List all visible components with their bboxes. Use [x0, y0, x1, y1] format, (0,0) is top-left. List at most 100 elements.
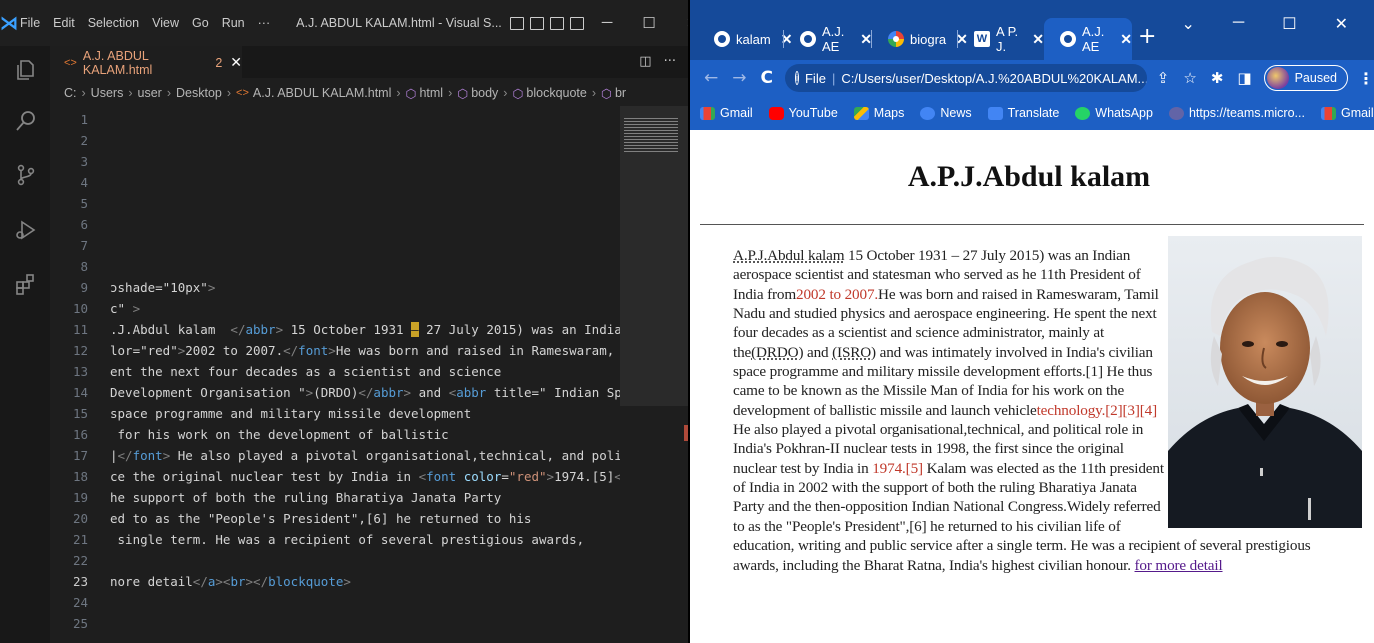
menu-file[interactable]: File: [20, 16, 40, 30]
code-line[interactable]: 3: [50, 151, 620, 172]
code-line[interactable]: 5: [50, 193, 620, 214]
code-line[interactable]: 24: [50, 592, 620, 613]
breadcrumb-body[interactable]: body: [471, 86, 498, 100]
code-line[interactable]: 25: [50, 613, 620, 634]
toggle-primary-sidebar-icon[interactable]: [509, 16, 524, 30]
code-line[interactable]: 8: [50, 256, 620, 277]
menu-view[interactable]: View: [152, 16, 179, 30]
more-detail-link[interactable]: for more detail: [1135, 557, 1223, 574]
abbr-isro[interactable]: (ISRO): [832, 344, 876, 361]
breadcrumb-html[interactable]: html: [419, 86, 443, 100]
code-line[interactable]: 14 Development Organisation ">(DRDO)</abb…: [50, 382, 620, 403]
side-panel-icon[interactable]: ◨: [1237, 69, 1251, 87]
code-line[interactable]: 15 space programme and military missile d…: [50, 403, 620, 424]
bookmark-gmail-2[interactable]: Gmail: [1320, 106, 1374, 120]
breadcrumb-users[interactable]: Users: [91, 86, 124, 100]
close-icon[interactable]: ✕: [686, 14, 688, 32]
bookmark-maps[interactable]: Maps: [853, 106, 904, 120]
forward-arrow-icon[interactable]: →: [732, 68, 746, 88]
explorer-icon[interactable]: [14, 58, 38, 82]
menu-selection[interactable]: Selection: [88, 16, 139, 30]
code-line[interactable]: 18 ce the original nuclear test by India …: [50, 466, 620, 487]
editor-tab[interactable]: <> A.J. ABDUL KALAM.html 2 ✕: [50, 46, 242, 78]
code-text: ɔshade="10px">: [110, 280, 216, 295]
abbr-name[interactable]: A.P.J.Abdul kalam: [733, 247, 845, 264]
red-text-presidency: 2002 to 2007.: [796, 285, 879, 303]
share-icon[interactable]: ⇪: [1157, 69, 1170, 87]
code-line[interactable]: 16 for his work on the development of ba…: [50, 424, 620, 445]
run-debug-icon[interactable]: [14, 218, 38, 242]
customize-layout-icon[interactable]: [569, 16, 584, 30]
code-line[interactable]: 6: [50, 214, 620, 235]
browser-tab[interactable]: biogra ✕: [872, 18, 968, 60]
breadcrumb: C: › Users › user › Desktop › <> A.J. ABDUL K…: [50, 80, 688, 106]
kebab-menu-icon[interactable]: ⋮: [1358, 69, 1374, 88]
tab-close-icon[interactable]: ✕: [1120, 31, 1132, 48]
source-control-icon[interactable]: [14, 163, 38, 187]
menu-go[interactable]: Go: [192, 16, 209, 30]
menu-edit[interactable]: Edit: [53, 16, 75, 30]
address-bar[interactable]: i File | C:/Users/user/Desktop/A.J.%20AB…: [784, 64, 1147, 92]
maximize-icon[interactable]: ☐: [642, 14, 655, 32]
profile-button[interactable]: Paused: [1263, 65, 1348, 91]
more-actions-icon[interactable]: ···: [664, 54, 676, 69]
toggle-panel-icon[interactable]: [529, 16, 544, 30]
code-line[interactable]: 7: [50, 235, 620, 256]
breadcrumb-drive[interactable]: C:: [64, 86, 77, 100]
tab-close-icon[interactable]: ✕: [230, 54, 242, 71]
code-line[interactable]: 19 he support of both the ruling Bharatiy…: [50, 487, 620, 508]
code-line[interactable]: 20 ed to as the "People's President",[6] …: [50, 508, 620, 529]
new-tab-icon[interactable]: +: [1138, 26, 1156, 48]
minimap[interactable]: [620, 106, 688, 643]
browser-tab-active[interactable]: A.J. AE ✕: [1044, 18, 1132, 60]
breadcrumb-blockquote[interactable]: blockquote: [526, 86, 586, 100]
bookmark-star-icon[interactable]: ☆: [1183, 69, 1196, 87]
minimize-icon[interactable]: ─: [602, 14, 613, 32]
code-line[interactable]: 12 lor="red">2002 to 2007.</font>He was b…: [50, 340, 620, 361]
code-line[interactable]: 17 |</font> He also played a pivotal orga…: [50, 445, 620, 466]
extensions-puzzle-icon[interactable]: ✱: [1211, 69, 1224, 87]
line-number: 10: [72, 301, 88, 316]
code-line[interactable]: 22: [50, 550, 620, 571]
menu-run[interactable]: Run: [222, 16, 245, 30]
extensions-icon[interactable]: [14, 272, 38, 296]
code-line[interactable]: 11 .J.Abdul kalam </abbr> 15 October 1931…: [50, 319, 620, 340]
editor-tab-bar: <> A.J. ABDUL KALAM.html 2 ✕ ◫ ···: [50, 46, 688, 78]
breadcrumb-br[interactable]: br: [615, 86, 626, 100]
code-line[interactable]: 23 nore detail</a><br></blockquote>: [50, 571, 620, 592]
code-line[interactable]: 13 ent the next four decades as a scienti…: [50, 361, 620, 382]
bookmark-translate[interactable]: Translate: [987, 106, 1059, 120]
abbr-drdo[interactable]: (DRDO): [751, 344, 803, 361]
browser-tab[interactable]: A.J. AE ✕: [784, 18, 872, 60]
bookmark-teams[interactable]: https://teams.micro...: [1168, 106, 1305, 120]
code-line[interactable]: 1: [50, 109, 620, 130]
code-line[interactable]: 21 single term. He was a recipient of se…: [50, 529, 620, 550]
code-line[interactable]: 9 ɔshade="10px">: [50, 277, 620, 298]
tab-close-icon[interactable]: ✕: [1032, 31, 1044, 48]
breadcrumb-desktop[interactable]: Desktop: [176, 86, 222, 100]
maximize-icon[interactable]: ☐: [1282, 14, 1296, 34]
close-icon[interactable]: ✕: [1335, 14, 1348, 34]
code-text: |</font> He also played a pivotal organi…: [110, 448, 620, 463]
browser-tab[interactable]: W A P. J. ✕: [958, 18, 1044, 60]
back-arrow-icon[interactable]: ←: [704, 68, 718, 88]
toggle-secondary-sidebar-icon[interactable]: [549, 16, 564, 30]
bookmark-gmail[interactable]: Gmail: [700, 106, 753, 120]
browser-tab[interactable]: kalam ✕: [698, 18, 792, 60]
reload-icon[interactable]: C: [761, 68, 773, 88]
code-line[interactable]: 10 c" >: [50, 298, 620, 319]
bookmark-news[interactable]: News: [920, 106, 972, 120]
breadcrumb-user[interactable]: user: [138, 86, 162, 100]
tab-search-icon[interactable]: ⌄: [1182, 14, 1195, 34]
split-editor-icon[interactable]: ◫: [639, 54, 651, 69]
code-line[interactable]: 4: [50, 172, 620, 193]
minimize-icon[interactable]: ─: [1233, 14, 1244, 34]
code-editor[interactable]: 1 2 3 4 5 6 7 8 9 ɔshade="10px"> 10 c" >11 .J.Abdul …: [50, 106, 620, 643]
menu-more[interactable]: ···: [258, 16, 271, 30]
code-line[interactable]: 2: [50, 130, 620, 151]
bookmark-youtube[interactable]: YouTube: [768, 106, 838, 120]
search-icon[interactable]: [14, 109, 38, 133]
bookmark-whatsapp[interactable]: WhatsApp: [1075, 106, 1153, 120]
site-info-icon[interactable]: i: [794, 71, 799, 85]
breadcrumb-file[interactable]: A.J. ABDUL KALAM.html: [253, 86, 391, 100]
